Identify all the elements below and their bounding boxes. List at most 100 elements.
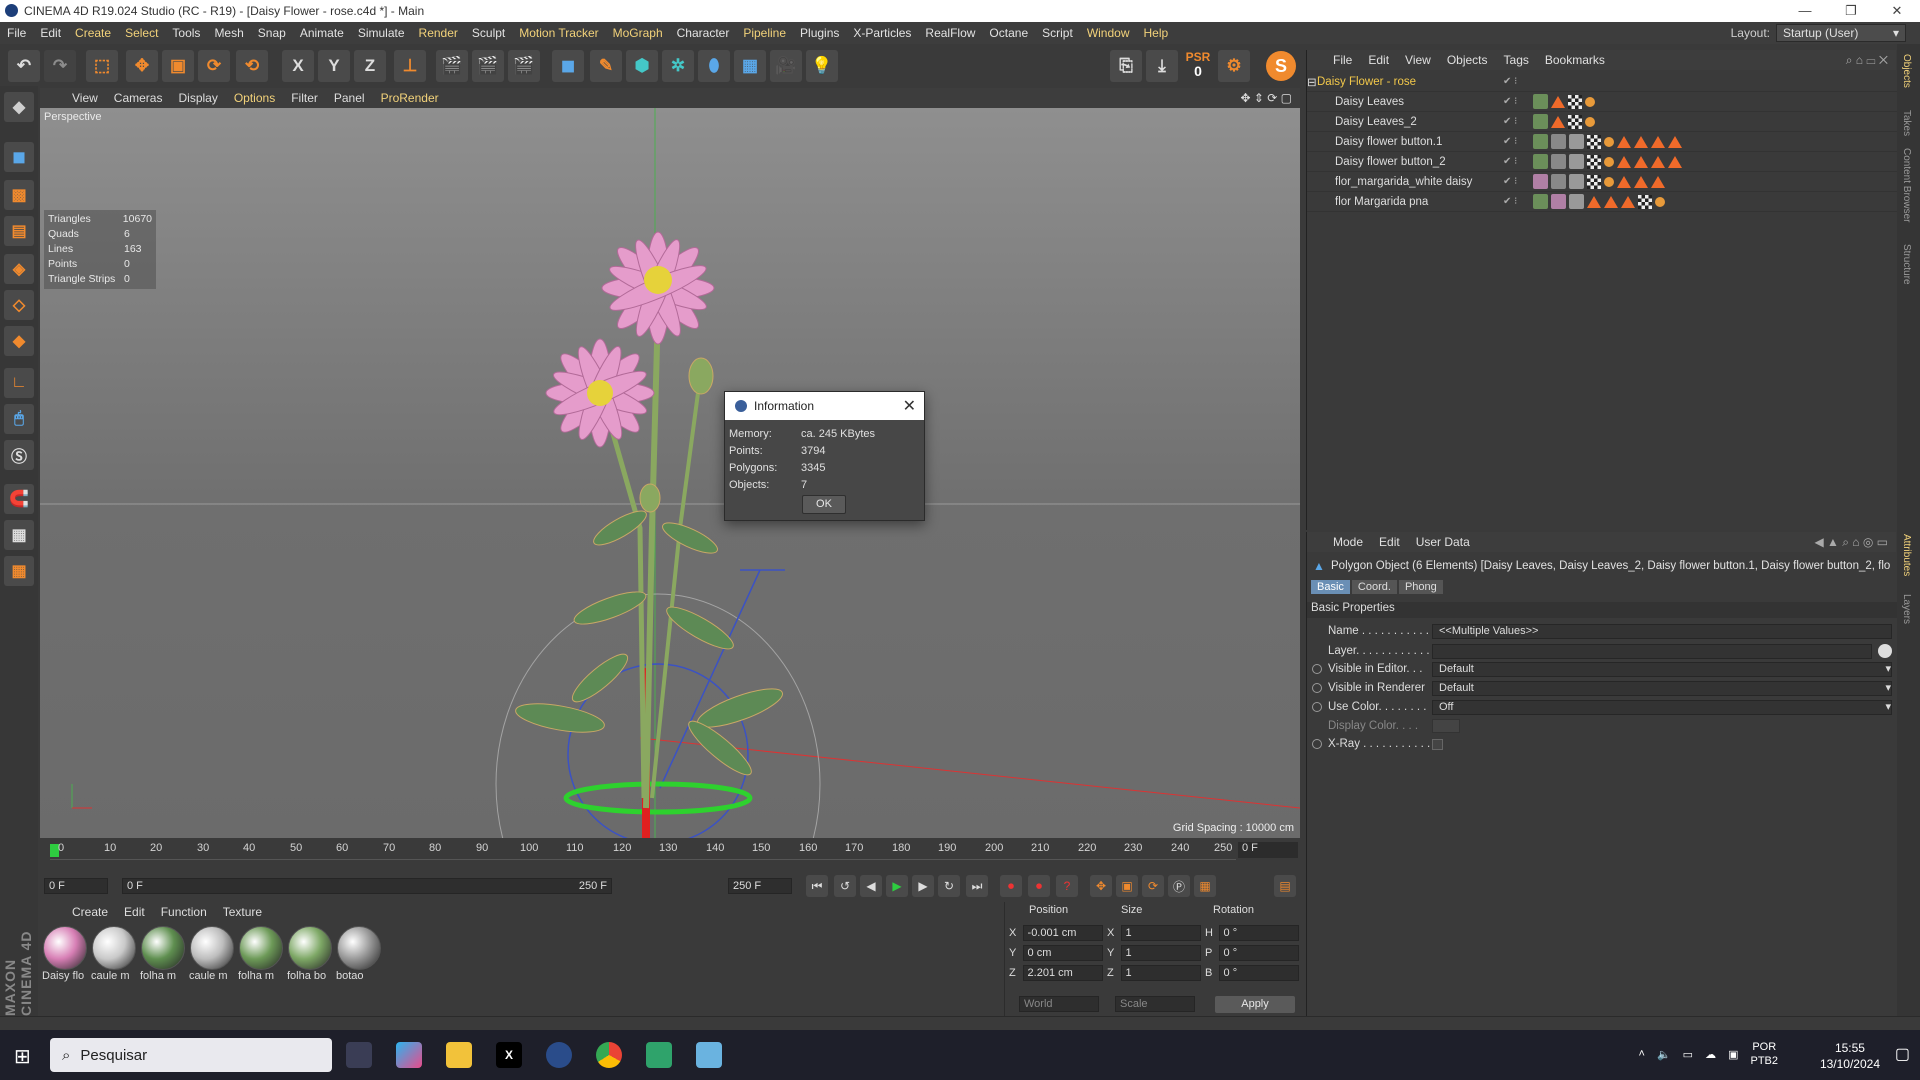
- selection-tag-icon[interactable]: [1604, 136, 1614, 147]
- timeline-layout-button[interactable]: ▤: [1274, 875, 1296, 897]
- material-tag-icon[interactable]: [1551, 95, 1565, 108]
- mat-menu-function[interactable]: Function: [153, 905, 215, 919]
- task-view-icon[interactable]: [346, 1042, 372, 1068]
- viewport-nav-icons[interactable]: ✥ ⇕ ⟳ ▢: [1240, 91, 1300, 105]
- animation-radio[interactable]: [1312, 739, 1322, 749]
- x-app-icon[interactable]: X: [496, 1042, 522, 1068]
- psr-indicator[interactable]: PSR 0: [1182, 50, 1214, 82]
- render-settings-button[interactable]: 🎬: [508, 50, 540, 82]
- light-button[interactable]: 💡: [806, 50, 838, 82]
- object-row[interactable]: ⊟ Daisy Flower - rose ✔ ⁝: [1307, 72, 1897, 92]
- frame-range-slider[interactable]: 0 F 250 F: [122, 878, 612, 894]
- texture-mode-button[interactable]: ▩: [4, 180, 34, 210]
- notifications-icon[interactable]: ▢: [1895, 1044, 1910, 1064]
- taskbar-search[interactable]: ⌕ Pesquisar: [50, 1038, 332, 1072]
- timeline-ruler[interactable]: 0 10 20 30 40 50 60 70 80 90 100 110 120…: [50, 842, 1236, 860]
- vp-menu-display[interactable]: Display: [170, 91, 225, 105]
- scale-button[interactable]: ▣: [162, 50, 194, 82]
- y-axis-lock-button[interactable]: Y: [318, 50, 350, 82]
- key-position-button[interactable]: ✥: [1090, 875, 1112, 897]
- phong-tag-icon[interactable]: [1533, 154, 1548, 169]
- material-ball-icon[interactable]: [1551, 154, 1566, 169]
- material-item[interactable]: folha bo: [287, 926, 333, 982]
- snap-button[interactable]: 🧲: [4, 484, 34, 514]
- selection-tag-icon[interactable]: [1604, 156, 1614, 167]
- rotate-button[interactable]: ⟳: [198, 50, 230, 82]
- mat-menu-edit[interactable]: Edit: [116, 905, 153, 919]
- material-tag-icon[interactable]: [1551, 115, 1565, 128]
- key-parameter-button[interactable]: Ⓟ: [1168, 875, 1190, 897]
- ok-button[interactable]: OK: [802, 495, 846, 514]
- tab-layers[interactable]: Layers: [1901, 594, 1912, 624]
- phong-tag-icon[interactable]: [1533, 134, 1548, 149]
- windows-start-icon[interactable]: ⊞: [14, 1044, 31, 1069]
- menu-character[interactable]: Character: [670, 26, 737, 40]
- play-button[interactable]: ▶: [886, 875, 908, 897]
- model-mode-button[interactable]: ◼: [4, 142, 34, 172]
- taskbar-clock[interactable]: 15:55 13/10/2024: [1820, 1040, 1880, 1072]
- om-menu-view[interactable]: View: [1397, 53, 1439, 67]
- om-search-icon[interactable]: ⌕ ⌂ ▭ ✕: [1846, 53, 1896, 68]
- s-plugin-button[interactable]: S: [1266, 51, 1296, 81]
- timeline[interactable]: 0 10 20 30 40 50 60 70 80 90 100 110 120…: [40, 838, 1300, 872]
- menu-snap[interactable]: Snap: [251, 26, 293, 40]
- polygon-selection-icon[interactable]: [1634, 135, 1648, 148]
- menu-x-particles[interactable]: X-Particles: [846, 26, 918, 40]
- axis-mode-button[interactable]: ∟: [4, 368, 34, 398]
- menu-file[interactable]: File: [0, 26, 33, 40]
- menu-window[interactable]: Window: [1080, 26, 1137, 40]
- vp-menu-prorender[interactable]: ProRender: [373, 91, 447, 105]
- copilot-icon[interactable]: [396, 1042, 422, 1068]
- object-row[interactable]: flor_margarida_white daisy ✔ ⁝: [1307, 172, 1897, 192]
- restore-button[interactable]: ❐: [1828, 0, 1874, 22]
- cinema4d-taskbar-icon[interactable]: [546, 1042, 572, 1068]
- object-row[interactable]: Daisy Leaves ✔ ⁝: [1307, 92, 1897, 112]
- selection-tag-icon[interactable]: [1655, 196, 1665, 207]
- texture-tag-icon[interactable]: [1587, 154, 1601, 169]
- tab-phong[interactable]: Phong: [1398, 580, 1443, 594]
- visible-renderer-dropdown[interactable]: Default ▾: [1432, 680, 1892, 696]
- position-x-field[interactable]: -0.001 cm: [1022, 925, 1103, 941]
- layout-dropdown[interactable]: Startup (User) ▾: [1776, 24, 1906, 42]
- polygon-selection-icon[interactable]: [1651, 135, 1665, 148]
- attr-menu-mode[interactable]: Mode: [1325, 535, 1371, 549]
- object-row[interactable]: Daisy flower button.1 ✔ ⁝: [1307, 132, 1897, 152]
- position-z-field[interactable]: 2.201 cm: [1022, 965, 1103, 981]
- z-axis-lock-button[interactable]: Z: [354, 50, 386, 82]
- polygon-selection-icon[interactable]: [1668, 135, 1682, 148]
- material-ball-icon[interactable]: [1569, 174, 1584, 189]
- selection-tag-icon[interactable]: [1604, 176, 1614, 187]
- material-item[interactable]: folha m: [238, 926, 284, 982]
- menu-edit[interactable]: Edit: [33, 26, 68, 40]
- size-y-field[interactable]: 1: [1120, 945, 1201, 961]
- tweak-mode-button[interactable]: 🖱: [4, 404, 34, 434]
- size-mode-dropdown[interactable]: Scale: [1115, 996, 1195, 1012]
- keyframe-selection-button[interactable]: ?: [1056, 875, 1078, 897]
- pen-spline-button[interactable]: ✎: [590, 50, 622, 82]
- notepad-icon[interactable]: [696, 1042, 722, 1068]
- cube-button[interactable]: ◼: [552, 50, 584, 82]
- previous-key-button[interactable]: ↺: [834, 875, 856, 897]
- animation-radio[interactable]: [1312, 702, 1322, 712]
- menu-mograph[interactable]: MoGraph: [606, 26, 670, 40]
- animation-radio[interactable]: [1312, 664, 1322, 674]
- start-frame-field[interactable]: 0 F: [44, 878, 108, 894]
- attr-nav-icons[interactable]: ◀ ▲ ⌕ ⌂ ◎ ▭: [1814, 535, 1896, 550]
- polygon-selection-icon[interactable]: [1621, 195, 1635, 208]
- record-keys-button[interactable]: ⏺: [1000, 875, 1022, 897]
- selection-tag-icon[interactable]: [1585, 96, 1595, 107]
- collapse-icon[interactable]: ⊟: [1307, 75, 1317, 89]
- apply-button[interactable]: Apply: [1215, 996, 1295, 1013]
- menu-simulate[interactable]: Simulate: [351, 26, 412, 40]
- vp-menu-panel[interactable]: Panel: [326, 91, 373, 105]
- menu-mesh[interactable]: Mesh: [207, 26, 250, 40]
- material-ball-icon[interactable]: [1551, 134, 1566, 149]
- workplane-lock-button[interactable]: ▦: [4, 520, 34, 550]
- phong-tag-icon[interactable]: [1533, 94, 1548, 109]
- texture-tag-icon[interactable]: [1587, 174, 1601, 189]
- go-to-end-button[interactable]: ⏭: [966, 875, 988, 897]
- polygon-selection-icon[interactable]: [1617, 155, 1631, 168]
- layer-field[interactable]: [1432, 643, 1872, 659]
- phong-tag-icon[interactable]: [1533, 174, 1548, 189]
- polygon-selection-icon[interactable]: [1668, 155, 1682, 168]
